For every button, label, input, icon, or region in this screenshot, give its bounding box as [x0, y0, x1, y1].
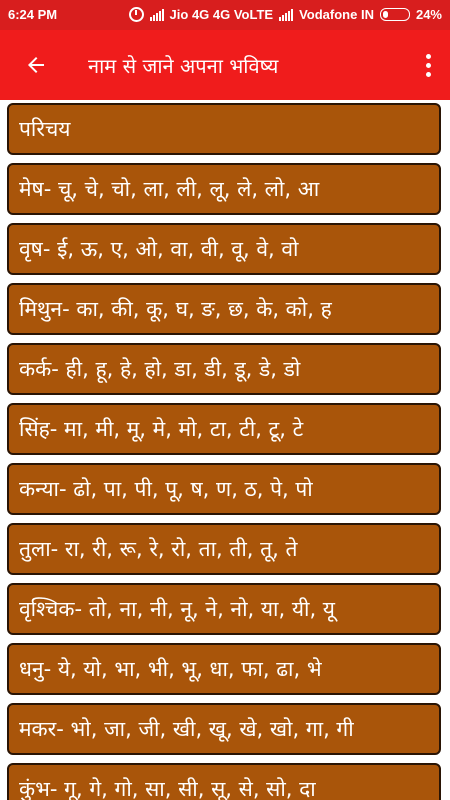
status-time: 6:24 PM: [8, 7, 58, 22]
dot: [425, 71, 431, 77]
list-item-kark[interactable]: कर्क- ही, हू, हे, हो, डा, डी, डू, डे, डो: [7, 343, 441, 395]
list-item-intro[interactable]: परिचय: [7, 103, 441, 155]
dot: [425, 53, 431, 59]
page-title: नाम से जाने अपना भविष्य: [88, 54, 279, 78]
alarm-icon: [128, 7, 144, 22]
battery-percent: 24%: [415, 7, 442, 22]
signal-icon: [279, 8, 294, 21]
list-item-tula[interactable]: तुला- रा, री, रू, रे, रो, ता, ती, तू, ते: [7, 523, 441, 575]
list-item-kumbh[interactable]: कुंभ- गू, गे, गो, सा, सी, सू, से, सो, दा: [7, 763, 441, 800]
battery-icon: [379, 8, 410, 21]
list-item-singh[interactable]: सिंह- मा, मी, मू, मे, मो, टा, टी, टू, टे: [7, 403, 441, 455]
arrow-left-icon: [28, 57, 44, 73]
dot: [425, 62, 431, 68]
list-item-makar[interactable]: मकर- भो, जा, जी, खी, खू, खे, खो, गा, गी: [7, 703, 441, 755]
signal-icon: [149, 8, 164, 21]
zodiac-list[interactable]: परिचय मेष- चू, चे, चो, ला, ली, लू, ले, ल…: [0, 100, 450, 800]
list-item-mithun[interactable]: मिथुन- का, की, कू, घ, ङ, छ, के, को, ह: [7, 283, 441, 335]
list-item-kanya[interactable]: कन्या- ढो, पा, पी, पू, ष, ण, ठ, पे, पो: [7, 463, 441, 515]
carrier-2-label: Vodafone IN: [299, 7, 374, 22]
status-indicators: Jio 4G 4G VoLTE Vodafone IN 24%: [128, 7, 442, 22]
list-item-vrishchik[interactable]: वृश्चिक- तो, ना, नी, नू, ने, नो, या, यी,…: [7, 583, 441, 635]
battery-level-fill: [382, 11, 388, 18]
app-bar: नाम से जाने अपना भविष्य: [0, 30, 450, 100]
list-item-dhanu[interactable]: धनु- ये, यो, भा, भी, भू, धा, फा, ढा, भे: [7, 643, 441, 695]
overflow-menu-button[interactable]: [412, 41, 444, 89]
back-button[interactable]: [12, 41, 60, 89]
list-item-vrish[interactable]: वृष- ई, ऊ, ए, ओ, वा, वी, वू, वे, वो: [7, 223, 441, 275]
carrier-1-label: Jio 4G 4G VoLTE: [169, 7, 274, 22]
list-item-mesh[interactable]: मेष- चू, चे, चो, ला, ली, लू, ले, लो, आ: [7, 163, 441, 215]
status-bar: 6:24 PM Jio 4G 4G VoLTE Vodafone IN 24%: [0, 0, 450, 30]
